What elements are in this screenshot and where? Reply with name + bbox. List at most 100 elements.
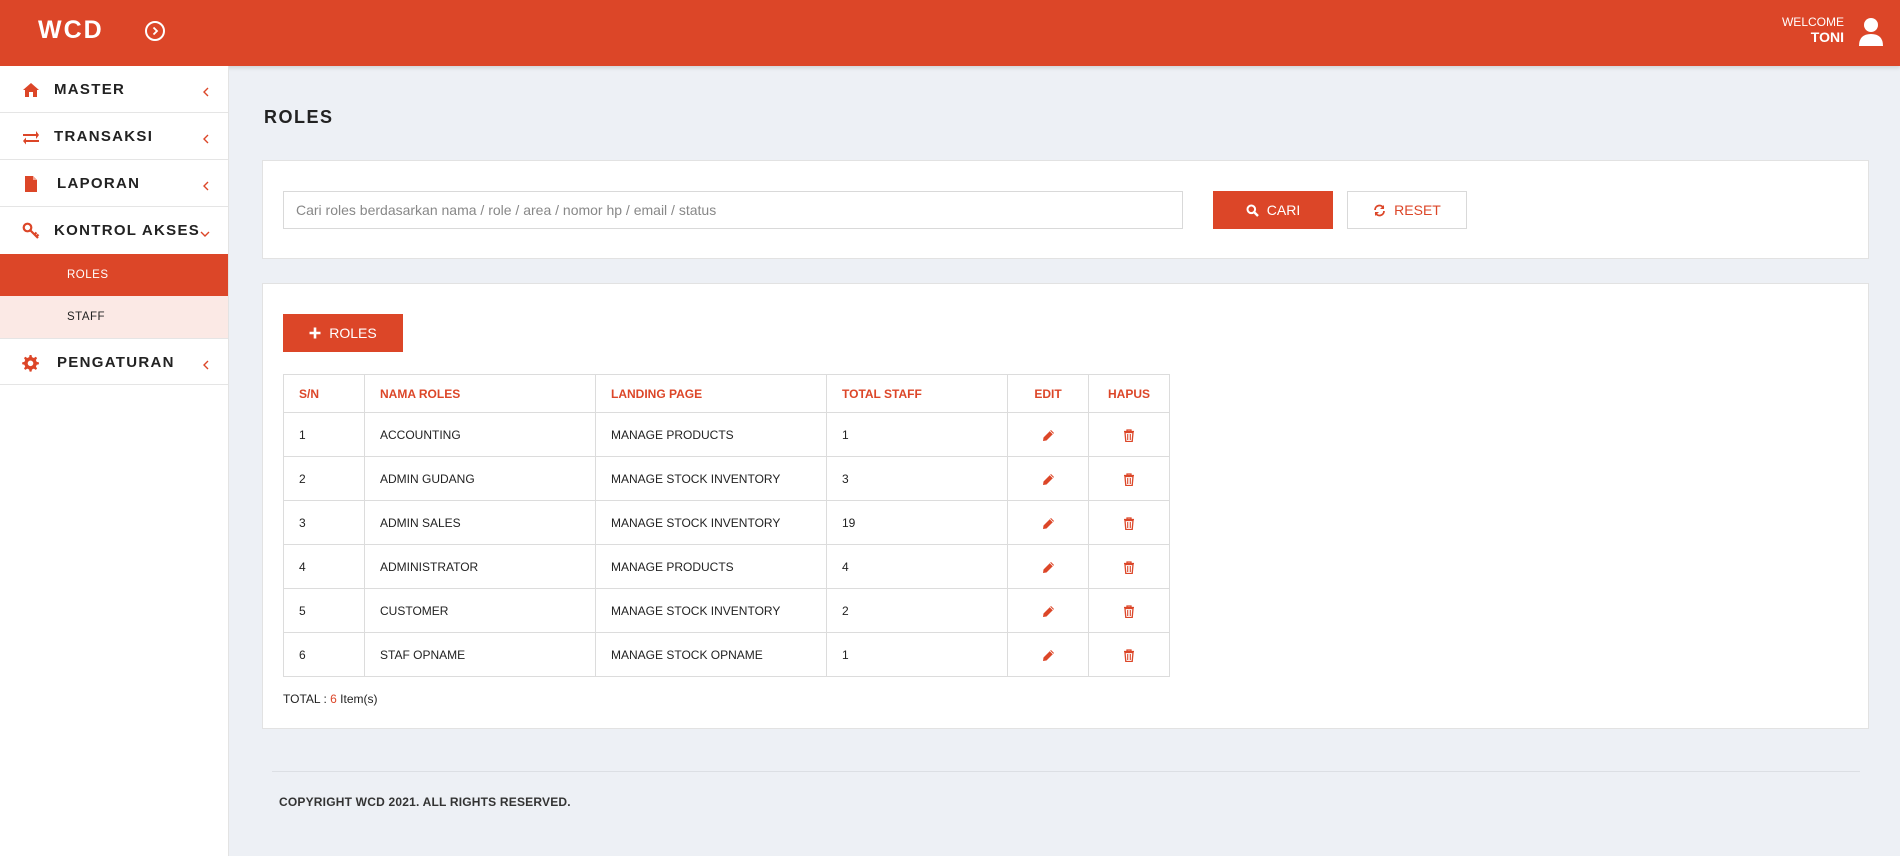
file-icon	[22, 175, 40, 193]
cell-sn: 3	[283, 500, 365, 545]
sidebar-item-transaksi[interactable]: TRANSAKSI	[0, 113, 228, 160]
trash-icon[interactable]	[1123, 561, 1135, 574]
search-icon	[1246, 204, 1259, 217]
key-icon	[22, 222, 40, 240]
reset-button[interactable]: RESET	[1347, 191, 1467, 229]
cell-sn: 1	[283, 412, 365, 457]
cell-edit	[1007, 456, 1089, 501]
chevron-left-icon	[202, 178, 210, 196]
trash-icon[interactable]	[1123, 605, 1135, 618]
sidebar-subitem-label: STAFF	[67, 311, 106, 323]
cell-total-staff: 19	[826, 500, 1008, 545]
gear-icon	[22, 354, 40, 372]
pencil-icon[interactable]	[1042, 517, 1055, 530]
pencil-icon[interactable]	[1042, 429, 1055, 442]
cell-landing-page: MANAGE STOCK INVENTORY	[595, 456, 827, 501]
cell-role-name: ADMIN SALES	[364, 500, 596, 545]
column-header-total-staff[interactable]: TOTAL STAFF	[826, 374, 1008, 413]
cell-delete	[1088, 632, 1170, 677]
chevron-left-icon	[202, 357, 210, 375]
page-title: ROLES	[264, 107, 334, 127]
total-count: TOTAL : 6 Item(s)	[283, 692, 378, 706]
trash-icon[interactable]	[1123, 649, 1135, 662]
cell-role-name: ADMIN GUDANG	[364, 456, 596, 501]
top-header: WCD WELCOME TONI	[0, 0, 1900, 66]
search-button[interactable]: CARI	[1213, 191, 1333, 229]
cell-total-staff: 1	[826, 632, 1008, 677]
cell-edit	[1007, 544, 1089, 589]
search-button-label: CARI	[1266, 202, 1301, 218]
search-input[interactable]	[283, 191, 1183, 229]
table-row: 4 ADMINISTRATOR MANAGE PRODUCTS 4	[283, 544, 1170, 589]
table-header-row: S/N NAMA ROLES LANDING PAGE TOTAL STAFF …	[283, 374, 1170, 413]
cell-delete	[1088, 456, 1170, 501]
trash-icon[interactable]	[1123, 517, 1135, 530]
search-panel: CARI RESET	[262, 160, 1869, 259]
sidebar-item-label: TRANSAKSI	[54, 128, 154, 145]
add-role-button[interactable]: ROLES	[283, 314, 403, 352]
cell-delete	[1088, 588, 1170, 633]
sidebar-item-laporan[interactable]: LAPORAN	[0, 160, 228, 207]
sidebar-toggle-icon[interactable]	[145, 21, 165, 41]
chevron-down-icon	[200, 225, 210, 243]
table-panel: ROLES S/N NAMA ROLES LANDING PAGE TOTAL …	[262, 283, 1869, 729]
refresh-icon	[1374, 204, 1386, 216]
column-header-sn[interactable]: S/N	[283, 374, 365, 413]
column-header-edit: EDIT	[1007, 374, 1089, 413]
cell-edit	[1007, 500, 1089, 545]
chevron-left-icon	[202, 131, 210, 149]
sidebar-subitem-label: ROLES	[67, 269, 109, 281]
pencil-icon[interactable]	[1042, 605, 1055, 618]
cell-landing-page: MANAGE STOCK INVENTORY	[595, 588, 827, 633]
table-row: 6 STAF OPNAME MANAGE STOCK OPNAME 1	[283, 632, 1170, 677]
trash-icon[interactable]	[1123, 473, 1135, 486]
trash-icon[interactable]	[1123, 429, 1135, 442]
sidebar-item-pengaturan[interactable]: PENGATURAN	[0, 338, 228, 385]
user-icon[interactable]	[1858, 17, 1884, 47]
welcome-block: WELCOME TONI	[1782, 15, 1844, 45]
table-row: 2 ADMIN GUDANG MANAGE STOCK INVENTORY 3	[283, 456, 1170, 501]
sidebar-subitem-staff[interactable]: STAFF	[0, 296, 228, 338]
sidebar-item-kontrol-akses[interactable]: KONTROL AKSES	[0, 207, 228, 254]
sidebar-item-master[interactable]: MASTER	[0, 66, 228, 113]
pencil-icon[interactable]	[1042, 649, 1055, 662]
cell-role-name: STAF OPNAME	[364, 632, 596, 677]
cell-sn: 2	[283, 456, 365, 501]
cell-landing-page: MANAGE STOCK OPNAME	[595, 632, 827, 677]
welcome-label: WELCOME	[1781, 15, 1844, 29]
pencil-icon[interactable]	[1042, 473, 1055, 486]
chevron-left-icon	[202, 84, 210, 102]
sidebar-subitem-roles[interactable]: ROLES	[0, 254, 228, 296]
cell-role-name: ADMINISTRATOR	[364, 544, 596, 589]
cell-sn: 4	[283, 544, 365, 589]
cell-landing-page: MANAGE STOCK INVENTORY	[595, 500, 827, 545]
brand-logo[interactable]: WCD	[38, 16, 104, 45]
column-header-landing-page[interactable]: LANDING PAGE	[595, 374, 827, 413]
cell-delete	[1088, 544, 1170, 589]
roles-table: S/N NAMA ROLES LANDING PAGE TOTAL STAFF …	[283, 374, 1170, 677]
total-number: 6	[330, 692, 337, 706]
cell-delete	[1088, 412, 1170, 457]
cell-total-staff: 2	[826, 588, 1008, 633]
copyright-text: COPYRIGHT WCD 2021. ALL RIGHTS RESERVED.	[279, 795, 571, 809]
sidebar-item-label: MASTER	[54, 81, 126, 98]
cell-landing-page: MANAGE PRODUCTS	[595, 412, 827, 457]
sidebar-item-label: PENGATURAN	[57, 354, 175, 371]
sidebar: MASTER TRANSAKSI LAPORAN KONTROL AKSES R…	[0, 66, 229, 856]
cell-role-name: CUSTOMER	[364, 588, 596, 633]
total-suffix: Item(s)	[340, 692, 378, 706]
cell-role-name: ACCOUNTING	[364, 412, 596, 457]
cell-edit	[1007, 588, 1089, 633]
pencil-icon[interactable]	[1042, 561, 1055, 574]
footer-divider	[272, 771, 1860, 772]
table-row: 1 ACCOUNTING MANAGE PRODUCTS 1	[283, 412, 1170, 457]
cell-total-staff: 1	[826, 412, 1008, 457]
total-prefix: TOTAL :	[283, 692, 327, 706]
reset-button-label: RESET	[1394, 202, 1441, 218]
cell-delete	[1088, 500, 1170, 545]
cell-edit	[1007, 412, 1089, 457]
sidebar-item-label: LAPORAN	[57, 175, 141, 192]
column-header-nama-roles[interactable]: NAMA ROLES	[364, 374, 596, 413]
cell-sn: 5	[283, 588, 365, 633]
user-name[interactable]: TONI	[1782, 30, 1844, 45]
